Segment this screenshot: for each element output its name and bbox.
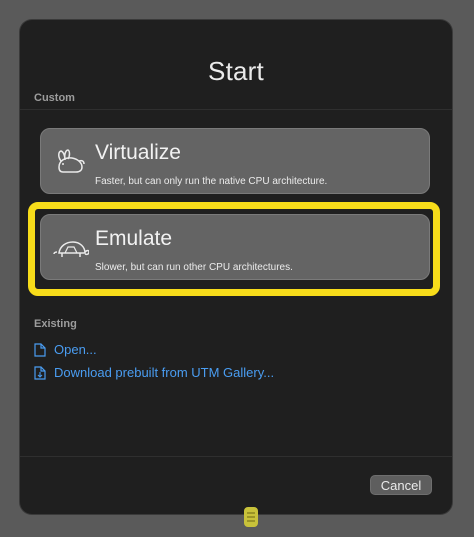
- virtualize-title: Virtualize: [95, 141, 181, 164]
- open-link-label: Open...: [54, 342, 97, 357]
- virtualize-subtitle: Faster, but can only run the native CPU …: [95, 176, 328, 187]
- open-link[interactable]: Open...: [34, 342, 97, 357]
- dialog-title: Start: [208, 56, 264, 86]
- download-document-icon: [34, 365, 46, 380]
- emulate-title: Emulate: [95, 227, 173, 250]
- divider: [20, 109, 452, 110]
- resize-handle-icon[interactable]: [243, 506, 259, 528]
- cancel-button[interactable]: Cancel: [370, 475, 432, 495]
- download-gallery-label: Download prebuilt from UTM Gallery...: [54, 365, 275, 380]
- turtle-icon: [53, 241, 89, 257]
- section-label-existing: Existing: [34, 318, 77, 330]
- emulate-button[interactable]: Emulate Slower, but can run other CPU ar…: [40, 214, 430, 280]
- document-icon: [34, 342, 46, 357]
- rabbit-icon: [58, 149, 85, 173]
- divider: [20, 456, 452, 457]
- emulate-subtitle: Slower, but can run other CPU architectu…: [95, 262, 293, 273]
- download-gallery-link[interactable]: Download prebuilt from UTM Gallery...: [34, 365, 274, 380]
- virtualize-button[interactable]: Virtualize Faster, but can only run the …: [40, 128, 430, 194]
- start-dialog: Start Custom Virtualize Faster, but can …: [20, 20, 452, 514]
- section-label-custom: Custom: [34, 92, 75, 104]
